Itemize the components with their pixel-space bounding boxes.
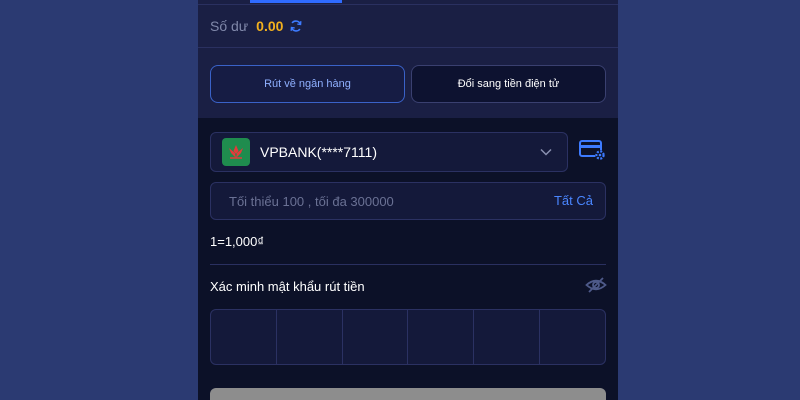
- submit-button[interactable]: [210, 388, 606, 400]
- pin-cell[interactable]: [277, 310, 343, 364]
- pin-cell[interactable]: [343, 310, 409, 364]
- convert-to-crypto-button[interactable]: Đổi sang tiền điện tử: [411, 65, 606, 103]
- divider: [198, 4, 618, 5]
- refresh-icon[interactable]: [289, 19, 303, 33]
- active-tab-indicator: [250, 0, 342, 3]
- password-pin-input[interactable]: [210, 309, 606, 365]
- balance-label: Số dư: [210, 18, 249, 34]
- vpbank-logo-icon: [222, 138, 250, 166]
- divider: [198, 47, 618, 48]
- pin-cell[interactable]: [408, 310, 475, 364]
- bank-select[interactable]: VPBANK(****7111): [210, 132, 568, 172]
- bank-name: VPBANK(****7111): [260, 144, 377, 160]
- pin-cell[interactable]: [211, 310, 277, 364]
- convert-to-crypto-label: Đổi sang tiền điện tử: [457, 78, 560, 90]
- pin-cell[interactable]: [540, 310, 605, 364]
- chevron-down-icon: [539, 145, 553, 159]
- divider: [210, 264, 606, 265]
- withdraw-password-label: Xác minh mật khẩu rút tiền: [210, 279, 365, 294]
- pin-cell[interactable]: [474, 310, 541, 364]
- all-amount-button[interactable]: Tất Cả: [554, 193, 593, 208]
- balance-value: 0.00: [256, 18, 284, 34]
- amount-input[interactable]: [229, 193, 529, 209]
- eye-off-icon[interactable]: [585, 276, 607, 294]
- exchange-rate: 1=1,000₫: [210, 234, 265, 249]
- withdraw-panel: Số dư 0.00 Rút về ngân hàng Đổi sang tiề…: [198, 0, 618, 400]
- withdraw-to-bank-button[interactable]: Rút về ngân hàng: [210, 65, 405, 103]
- balance-row: Số dư 0.00: [210, 16, 303, 36]
- header-panel: Số dư 0.00 Rút về ngân hàng Đổi sang tiề…: [198, 0, 618, 118]
- card-settings-icon[interactable]: [579, 138, 607, 162]
- withdraw-to-bank-label: Rút về ngân hàng: [264, 78, 351, 90]
- amount-field[interactable]: Tất Cả: [210, 182, 606, 220]
